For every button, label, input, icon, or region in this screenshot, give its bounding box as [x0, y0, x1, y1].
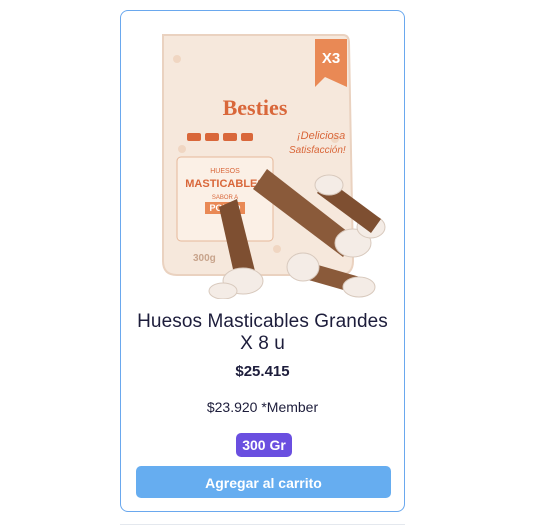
add-to-cart-button[interactable]: Agregar al carrito	[136, 466, 391, 498]
package-slogan-2: Satisfacción!	[289, 145, 346, 156]
weight-badge: 300 Gr	[236, 433, 292, 457]
pack-badge-text: X3	[322, 50, 340, 67]
member-price: $23.920 *Member	[206, 399, 319, 415]
product-title[interactable]: Huesos Masticables Grandes X 8 u	[131, 311, 394, 355]
product-price: $25.415	[235, 363, 290, 380]
package-flavor: SABOR A	[212, 195, 238, 201]
package-slogan-1: ¡Deliciosa	[297, 130, 345, 142]
package-line-1: HUESOS	[210, 168, 240, 175]
product-card[interactable]: X3 Besties ¡Deliciosa Satisfacción! HUES…	[120, 10, 405, 512]
brand-logo-text: Besties	[223, 95, 288, 120]
product-image[interactable]: X3 Besties ¡Deliciosa Satisfacción! HUES…	[157, 29, 393, 299]
package-weight: 300g	[193, 253, 216, 264]
package-line-2: MASTICABLES	[185, 178, 264, 190]
next-card-divider	[120, 524, 405, 525]
